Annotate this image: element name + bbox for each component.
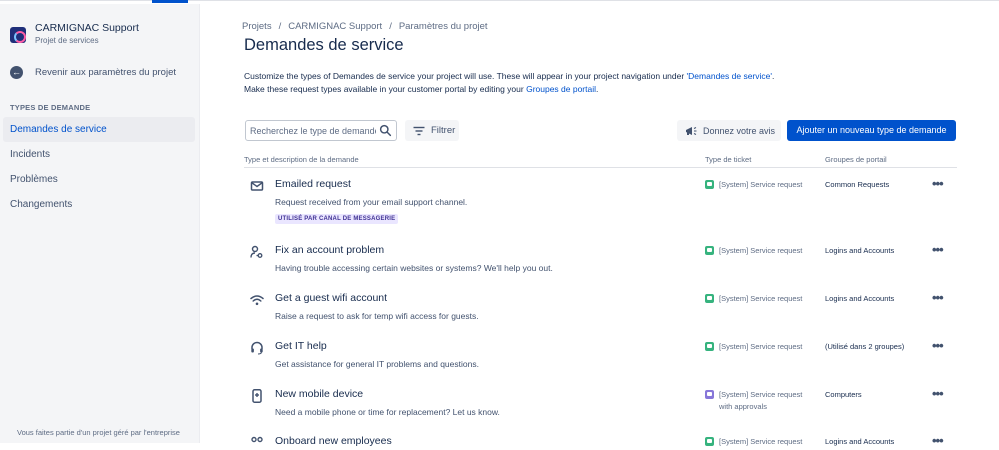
breadcrumb: Projets / CARMIGNAC Support / Paramètres… [242, 21, 488, 32]
breadcrumb-separator: / [278, 21, 282, 32]
ticket-type: [System] Service request with approvals [705, 389, 802, 413]
ticket-type: [System] Service request [705, 341, 802, 353]
back-to-settings-link[interactable]: ← Revenir aux paramètres du projet [10, 66, 176, 79]
service-request-icon [705, 437, 714, 446]
request-type-name[interactable]: Emailed request [275, 178, 351, 190]
user-key-icon [250, 245, 263, 258]
request-type-description: Having trouble accessing certain website… [275, 263, 553, 273]
service-request-icon [705, 342, 714, 351]
ticket-type: [System] Service request [705, 436, 802, 448]
column-header-ticket: Type de ticket [705, 155, 752, 164]
ticket-type-label: [System] Service request [719, 180, 803, 189]
more-actions-button[interactable]: ••• [932, 176, 944, 191]
portal-groups: Computers [825, 390, 862, 399]
request-type-description: Need a mobile phone or time for replacem… [275, 407, 500, 417]
request-type-name[interactable]: New mobile device [275, 388, 363, 400]
table-divider [244, 167, 957, 168]
page-description: Customize the types of Demandes de servi… [244, 70, 774, 96]
add-request-type-button[interactable]: Ajouter un nouveau type de demande [787, 120, 956, 141]
filter-icon [413, 126, 425, 135]
mobile-icon [252, 389, 262, 403]
portal-groups: Logins and Accounts [825, 246, 895, 255]
portal-groups-link[interactable]: (Utilisé dans 2 groupes) [825, 342, 904, 351]
search-input[interactable] [250, 123, 376, 138]
section-title: TYPES DE DEMANDE [10, 103, 91, 112]
project-header[interactable]: CARMIGNAC Support Projet de services [10, 22, 139, 46]
description-text: Make these request types available in yo… [244, 84, 527, 94]
portal-groups: Logins and Accounts [825, 437, 895, 446]
wifi-icon [250, 295, 264, 306]
description-line-2: Make these request types available in yo… [244, 83, 774, 96]
request-type-description: Raise a request to ask for temp wifi acc… [275, 311, 479, 321]
feedback-label: Donnez votre avis [703, 125, 776, 136]
column-header-groups: Groupes de portail [825, 155, 887, 164]
portal-groups: Common Requests [825, 180, 890, 189]
breadcrumb-settings[interactable]: Paramètres du projet [399, 21, 488, 32]
page-title: Demandes de service [244, 36, 404, 54]
portal-groups: Logins and Accounts [825, 294, 895, 303]
column-header-type: Type et description de la demande [244, 155, 359, 164]
ticket-type-label: [System] Service request [719, 294, 803, 303]
envelope-icon [250, 181, 264, 191]
ticket-type: [System] Service request [705, 245, 802, 257]
breadcrumb-project[interactable]: CARMIGNAC Support [288, 21, 382, 32]
filter-label: Filtrer [431, 125, 456, 136]
search-box [245, 120, 397, 141]
search-icon[interactable] [379, 124, 392, 137]
project-avatar-icon [10, 27, 26, 43]
description-end: . [772, 71, 775, 81]
breadcrumb-separator: / [389, 21, 392, 32]
top-accent-bar [152, 0, 188, 3]
request-type-name[interactable]: Onboard new employees [275, 435, 392, 447]
megaphone-icon [686, 126, 697, 135]
ticket-type: [System] Service request [705, 293, 802, 305]
ticket-type-label: [System] Service request [719, 342, 803, 351]
people-icon [251, 436, 263, 443]
request-type-description: Get assistance for general IT problems a… [275, 359, 479, 369]
email-channel-badge: UTILISÉ PAR CANAL DE MESSAGERIE [275, 214, 399, 224]
service-request-icon [705, 294, 714, 303]
request-type-name[interactable]: Fix an account problem [275, 244, 384, 256]
sidebar-footer: Vous faites partie d'un projet géré par … [17, 428, 180, 437]
ticket-type-label: [System] Service request [719, 246, 803, 255]
sidebar-item-incidents[interactable]: Incidents [3, 142, 195, 167]
project-type: Projet de services [35, 36, 99, 45]
service-requests-link[interactable]: 'Demandes de service' [687, 71, 772, 81]
more-actions-button[interactable]: ••• [932, 242, 944, 257]
description-end: . [596, 84, 599, 94]
description-line-1: Customize the types of Demandes de servi… [244, 70, 774, 83]
breadcrumb-projects[interactable]: Projets [242, 21, 272, 32]
sidebar-nav: Demandes de service Incidents Problèmes … [3, 117, 195, 217]
service-request-icon [705, 180, 714, 189]
project-name: CARMIGNAC Support [35, 22, 139, 34]
headset-icon [251, 341, 263, 355]
more-actions-button[interactable]: ••• [932, 338, 944, 353]
request-type-description: Request received from your email support… [275, 197, 468, 207]
request-type-name[interactable]: Get a guest wifi account [275, 292, 387, 304]
ticket-type: [System] Service request [705, 179, 802, 191]
arrow-left-icon: ← [10, 66, 23, 79]
back-label: Revenir aux paramètres du projet [35, 67, 176, 78]
description-text: Customize the types of Demandes de servi… [244, 71, 687, 81]
more-actions-button[interactable]: ••• [932, 433, 944, 448]
more-actions-button[interactable]: ••• [932, 290, 944, 305]
portal-groups-link[interactable]: Groupes de portail [526, 84, 596, 94]
filter-button[interactable]: Filtrer [405, 120, 459, 141]
sidebar-item-changes[interactable]: Changements [3, 192, 195, 217]
service-request-approval-icon [705, 390, 714, 399]
sidebar-item-service-requests[interactable]: Demandes de service [3, 117, 195, 142]
feedback-button[interactable]: Donnez votre avis [677, 120, 781, 141]
service-request-icon [705, 246, 714, 255]
more-actions-button[interactable]: ••• [932, 386, 944, 401]
ticket-type-label-2: with approvals [719, 402, 767, 411]
ticket-type-label: [System] Service request [719, 437, 803, 446]
sidebar: CARMIGNAC Support Projet de services ← R… [0, 4, 200, 443]
main-content: Projets / CARMIGNAC Support / Paramètres… [200, 4, 999, 448]
request-type-name[interactable]: Get IT help [275, 340, 327, 352]
sidebar-item-problems[interactable]: Problèmes [3, 167, 195, 192]
ticket-type-label: [System] Service request [719, 390, 803, 399]
project-text: CARMIGNAC Support Projet de services [35, 22, 139, 46]
